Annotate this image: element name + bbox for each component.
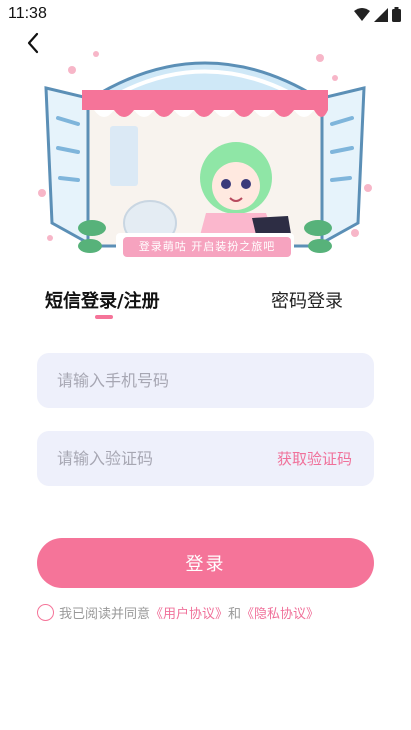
tab-indicator xyxy=(95,315,113,319)
verification-code-input[interactable] xyxy=(57,431,257,486)
hero-banner-text: 登录萌咕 开启装扮之旅吧 xyxy=(123,237,291,257)
agreement-row: 我已阅读并同意 《用户协议》 和 《隐私协议》 xyxy=(37,602,319,622)
tab-sms-login[interactable]: 短信登录/注册 xyxy=(45,287,160,313)
agreement-prefix: 我已阅读并同意 xyxy=(59,606,151,622)
status-time: 11:38 xyxy=(8,5,47,22)
wifi-icon xyxy=(354,7,370,21)
get-code-button[interactable]: 获取验证码 xyxy=(277,448,352,469)
login-tabs: 短信登录/注册 密码登录 xyxy=(0,285,411,325)
window-illustration xyxy=(38,51,372,259)
agreement-checkbox[interactable] xyxy=(37,603,54,621)
tab-password-login[interactable]: 密码登录 xyxy=(271,287,343,313)
signal-icon xyxy=(374,7,388,22)
user-agreement-link[interactable]: 《用户协议》 xyxy=(150,603,228,622)
hero-illustration xyxy=(30,38,380,268)
phone-input[interactable] xyxy=(57,353,257,408)
privacy-policy-link[interactable]: 《隐私协议》 xyxy=(241,603,319,622)
code-field[interactable]: 获取验证码 xyxy=(37,431,374,486)
agreement-and: 和 xyxy=(228,606,242,622)
status-icons xyxy=(354,7,401,22)
phone-field[interactable] xyxy=(37,353,374,408)
login-button[interactable]: 登录 xyxy=(37,538,374,588)
status-bar: 11:38 xyxy=(0,0,411,30)
battery-icon xyxy=(392,7,401,22)
